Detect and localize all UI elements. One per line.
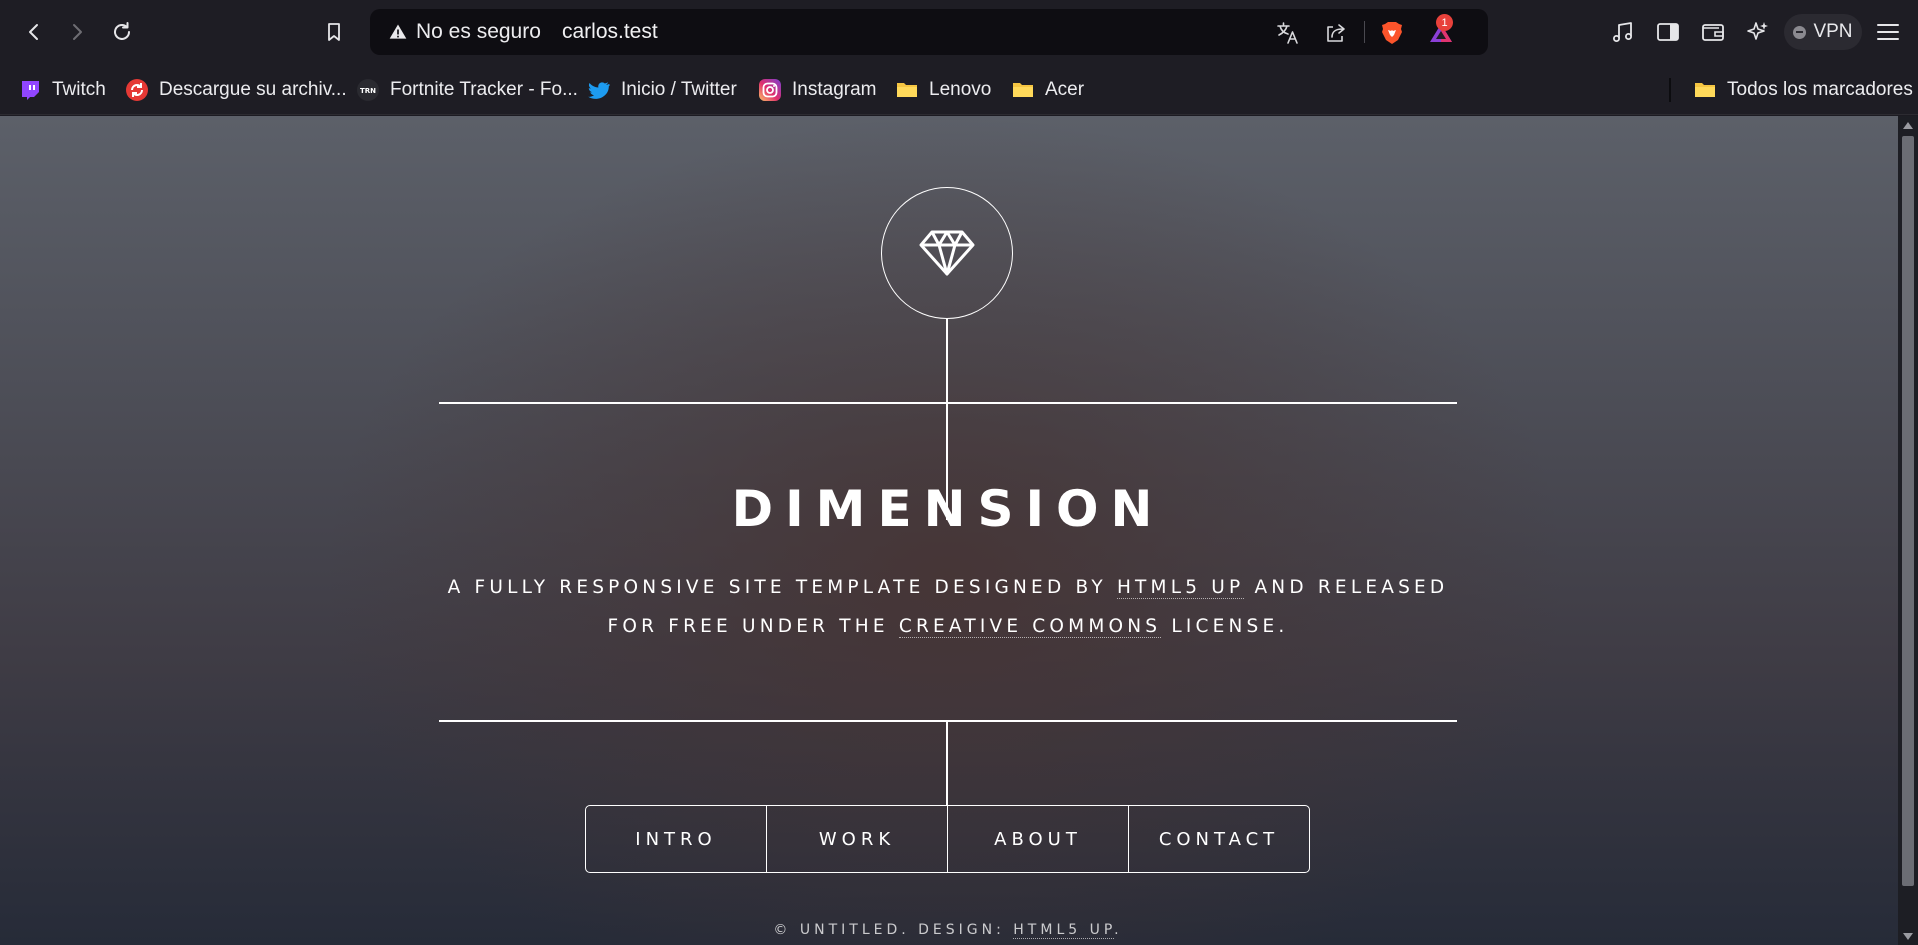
bookmark-label: Twitch: [52, 79, 106, 100]
bookmark-icon: [328, 23, 340, 41]
forward-button[interactable]: [59, 14, 95, 50]
bookmark-label: Lenovo: [929, 79, 992, 100]
svg-text:TRN: TRN: [360, 87, 376, 95]
twitter-bird-icon: [587, 78, 611, 102]
sidebar-button[interactable]: [1652, 16, 1684, 48]
bookmarks-bar: Twitch Descargue su archiv... TRN Fortni…: [0, 65, 1918, 115]
connector-line-bottom: [946, 720, 948, 806]
url-text[interactable]: carlos.test: [562, 20, 658, 44]
footer-credit: © UNTITLED. DESIGN: HTML5 UP.: [439, 922, 1457, 939]
bookmarks-divider: [1669, 78, 1671, 102]
share-button[interactable]: [1322, 19, 1350, 47]
footer-html5up-link[interactable]: HTML5 UP: [1013, 922, 1115, 939]
vertical-scrollbar[interactable]: [1898, 116, 1918, 945]
nav-about[interactable]: ABOUT: [947, 806, 1128, 872]
media-button[interactable]: [1607, 16, 1639, 48]
folder-icon: [1693, 78, 1717, 102]
nav-contact[interactable]: CONTACT: [1128, 806, 1309, 872]
download-refresh-icon: [125, 78, 149, 102]
footer-text: © UNTITLED. DESIGN:: [773, 922, 1014, 938]
chevron-right-icon: [73, 24, 82, 40]
bookmark-instagram[interactable]: Instagram: [758, 65, 876, 115]
vpn-label: VPN: [1813, 21, 1853, 42]
bookmark-descargue[interactable]: Descargue su archiv...: [125, 65, 347, 115]
hamburger-menu-icon: [1877, 24, 1899, 40]
diamond-icon: [919, 230, 975, 276]
nav-intro[interactable]: INTRO: [586, 806, 766, 872]
bookmark-fortnite-tracker[interactable]: TRN Fortnite Tracker - Fo...: [356, 65, 578, 115]
bookmark-label: Descargue su archiv...: [159, 79, 347, 100]
translate-button[interactable]: [1274, 19, 1302, 47]
tagline-text: FOR FREE UNDER THE: [607, 616, 899, 637]
translate-icon: [1277, 22, 1298, 44]
site-logo: [881, 187, 1013, 319]
share-icon: [1327, 24, 1345, 42]
vpn-button[interactable]: VPN: [1784, 14, 1862, 50]
divider-top: [439, 402, 1457, 404]
wallet-icon: [1702, 24, 1724, 41]
creative-commons-link[interactable]: CREATIVE COMMONS: [898, 616, 1162, 638]
tagline-text: A FULLY RESPONSIVE SITE TEMPLATE DESIGNE…: [447, 577, 1117, 598]
wallet-button[interactable]: [1697, 16, 1729, 48]
footer-text: .: [1114, 922, 1123, 938]
bookmark-twitter[interactable]: Inicio / Twitter: [587, 65, 737, 115]
warning-triangle-icon: [389, 24, 407, 39]
twitch-icon: [18, 78, 42, 102]
bookmark-label: Inicio / Twitter: [621, 79, 737, 100]
bookmark-label: Acer: [1045, 79, 1085, 100]
scrollbar-thumb[interactable]: [1902, 136, 1914, 886]
bookmark-twitch[interactable]: Twitch: [18, 65, 106, 115]
sidebar-icon: [1657, 23, 1679, 41]
brave-shields-icon: [1382, 22, 1402, 44]
scroll-down-arrow-icon[interactable]: [1903, 933, 1913, 940]
reload-icon: [114, 22, 130, 40]
rewards-count-badge: 1: [1436, 14, 1453, 31]
bookmark-folder-lenovo[interactable]: Lenovo: [895, 65, 991, 115]
leo-ai-button[interactable]: [1742, 16, 1774, 48]
vpn-status-icon: [1793, 25, 1807, 39]
folder-icon: [895, 78, 919, 102]
bookmark-folder-acer[interactable]: Acer: [1011, 65, 1084, 115]
page-viewport: DIMENSION A FULLY RESPONSIVE SITE TEMPLA…: [0, 116, 1898, 945]
instagram-icon: [758, 78, 782, 102]
security-label: No es seguro: [416, 20, 541, 43]
scroll-up-arrow-icon[interactable]: [1903, 122, 1913, 129]
tagline-text: AND RELEASED: [1244, 577, 1449, 598]
address-bar[interactable]: No es seguro carlos.test 1: [370, 9, 1488, 55]
music-note-icon: [1613, 22, 1632, 42]
page-title: DIMENSION: [731, 480, 1165, 538]
back-button[interactable]: [16, 14, 52, 50]
bookmark-label: Fortnite Tracker - Fo...: [390, 79, 578, 100]
bookmark-label: Instagram: [792, 79, 877, 100]
folder-icon: [1011, 78, 1035, 102]
divider-bottom: [439, 720, 1457, 722]
url-separator: [1364, 21, 1365, 43]
main-nav: INTRO WORK ABOUT CONTACT: [585, 805, 1310, 873]
reload-button[interactable]: [104, 14, 140, 50]
bookmark-page-button[interactable]: [316, 14, 352, 50]
nav-work[interactable]: WORK: [766, 806, 947, 872]
tagline: A FULLY RESPONSIVE SITE TEMPLATE DESIGNE…: [439, 568, 1457, 646]
main-menu-button[interactable]: [1872, 16, 1904, 48]
security-indicator[interactable]: No es seguro: [380, 16, 551, 48]
chevron-left-icon: [29, 24, 38, 40]
html5up-link[interactable]: HTML5 UP: [1116, 577, 1245, 599]
tagline-text: LICENSE.: [1161, 616, 1289, 637]
browser-toolbar: No es seguro carlos.test 1 VPN: [0, 0, 1918, 65]
trn-icon: TRN: [356, 78, 380, 102]
brave-shields-button[interactable]: [1378, 19, 1406, 47]
bookmark-all-bookmarks[interactable]: Todos los marcadores: [1693, 65, 1913, 115]
leo-ai-icon: [1747, 22, 1768, 40]
bookmark-label: Todos los marcadores: [1727, 79, 1913, 100]
